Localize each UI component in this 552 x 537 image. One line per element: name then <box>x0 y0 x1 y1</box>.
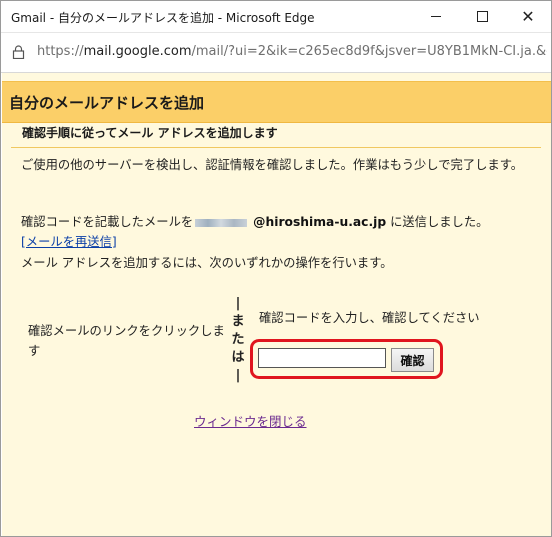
sent-notice: 確認コードを記載したメールを @hiroshima-u.ac.jp に送信しました… <box>21 213 488 231</box>
dialog-title: 自分のメールアドレスを追加 <box>9 94 205 112</box>
browser-window: Gmail - 自分のメールアドレスを追加 - Microsoft Edge ✕… <box>0 0 552 537</box>
minimize-button[interactable] <box>413 1 459 32</box>
instruction-text: メール アドレスを追加するには、次のいずれかの操作を行います。 <box>21 256 393 270</box>
or-divider: | ま た は | <box>230 295 246 385</box>
maximize-icon <box>476 11 488 22</box>
close-window-button[interactable]: ✕ <box>505 1 551 32</box>
divider-char: は <box>231 350 245 365</box>
divider-char: | <box>235 368 241 383</box>
sent-suffix: に送信しました。 <box>386 215 489 229</box>
divider-line <box>11 147 541 148</box>
url-scheme: https:// <box>37 44 84 59</box>
address-bar[interactable]: https://mail.google.com/mail/?ui=2&ik=c2… <box>1 33 551 73</box>
option-enter-code-text: 確認コードを入力し、確認してください <box>259 311 480 325</box>
close-icon: ✕ <box>521 6 535 26</box>
dialog-subtitle: 確認手順に従ってメール アドレスを追加します <box>22 126 278 140</box>
dialog-header: 自分のメールアドレスを追加 <box>2 81 551 123</box>
lock-icon <box>12 45 25 59</box>
url-text[interactable]: https://mail.google.com/mail/?ui=2&ik=c2… <box>37 44 547 59</box>
url-host: mail.google.com <box>83 44 192 59</box>
confirm-button[interactable]: 確認 <box>391 348 434 372</box>
minimize-icon <box>431 16 441 17</box>
divider-char: た <box>231 332 245 347</box>
redacted-username <box>195 218 248 227</box>
description-text: ご使用の他のサーバーを検出し、認証情報を確認しました。作業はもう少しで完了します… <box>21 158 524 172</box>
url-path: /mail/?ui=2&ik=c265ec8d9f&jsver=U8YB1MkN… <box>191 44 547 59</box>
resend-email-link[interactable]: [メールを再送信] <box>21 235 117 249</box>
option-click-link-text: 確認メールのリンクをクリックします <box>28 324 225 358</box>
verification-code-input[interactable] <box>258 348 386 368</box>
title-bar: Gmail - 自分のメールアドレスを追加 - Microsoft Edge ✕ <box>1 1 551 33</box>
resend-row: [メールを再送信] <box>21 233 117 251</box>
divider-char: ま <box>231 314 245 329</box>
maximize-button[interactable] <box>459 1 505 32</box>
email-domain: @hiroshima-u.ac.jp <box>253 215 387 229</box>
sent-prefix: 確認コードを記載したメールを <box>21 215 194 229</box>
dialog-content: 自分のメールアドレスを追加 確認手順に従ってメール アドレスを追加します ご使用… <box>2 73 551 536</box>
close-window-link[interactable]: ウィンドウを閉じる <box>194 411 307 430</box>
window-title: Gmail - 自分のメールアドレスを追加 - Microsoft Edge <box>11 11 315 25</box>
divider-char: | <box>235 296 241 311</box>
